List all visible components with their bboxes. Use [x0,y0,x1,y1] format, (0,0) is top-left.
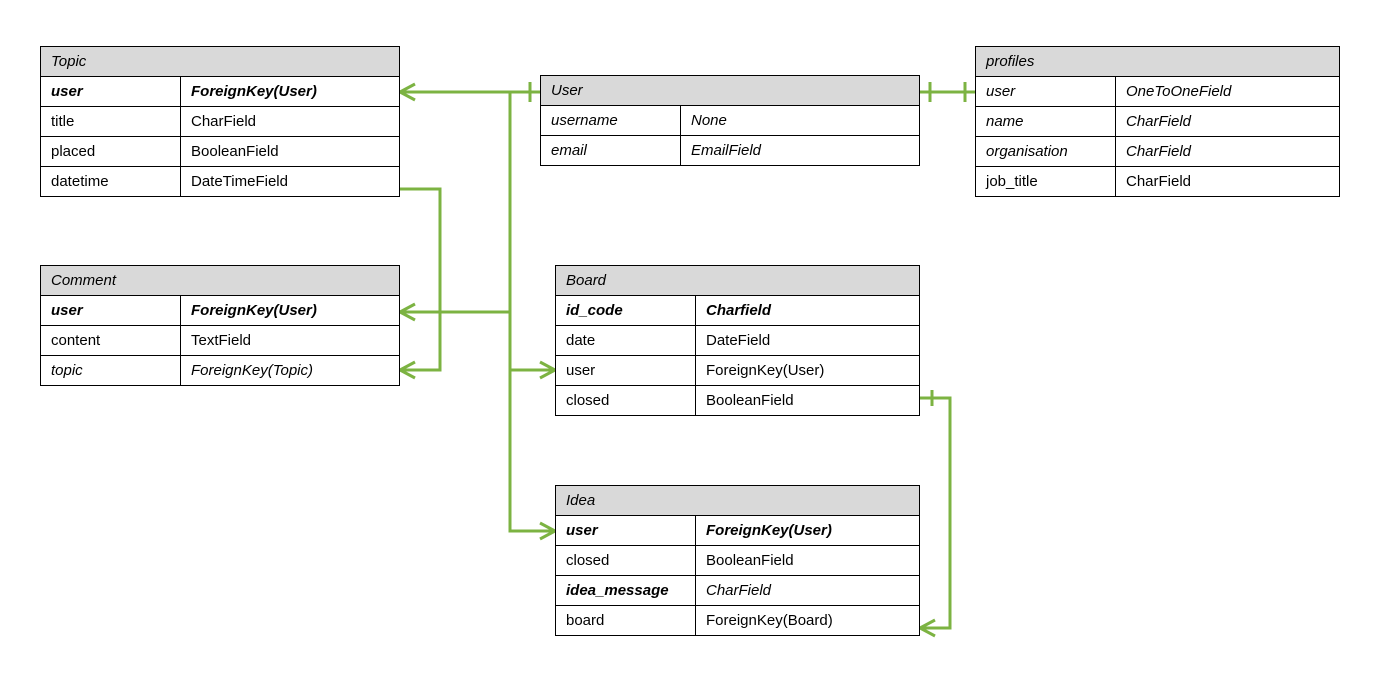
entity-title: Board [556,266,919,296]
entity-title: Idea [556,486,919,516]
table-row: date DateField [556,325,919,355]
table-row: email EmailField [541,135,919,165]
field-name: placed [41,137,181,166]
entity-title: Topic [41,47,399,77]
table-row: job_title CharField [976,166,1339,196]
field-type: DateField [696,326,919,355]
field-type: DateTimeField [181,167,399,196]
field-name: user [41,77,181,106]
field-name: user [556,356,696,385]
table-row: content TextField [41,325,399,355]
field-name: user [556,516,696,545]
field-type: CharField [1116,137,1339,166]
field-name: closed [556,386,696,415]
entity-profiles: profiles user OneToOneField name CharFie… [975,46,1340,197]
entity-title: Comment [41,266,399,296]
field-name: organisation [976,137,1116,166]
entity-idea: Idea user ForeignKey(User) closed Boolea… [555,485,920,636]
field-type: CharField [1116,167,1339,196]
field-type: EmailField [681,136,919,165]
field-name: content [41,326,181,355]
entity-topic: Topic user ForeignKey(User) title CharFi… [40,46,400,197]
table-row: idea_message CharField [556,575,919,605]
field-name: user [41,296,181,325]
field-type: BooleanField [181,137,399,166]
field-name: user [976,77,1116,106]
field-name: topic [41,356,181,385]
field-type: ForeignKey(User) [696,356,919,385]
field-name: board [556,606,696,635]
entity-comment: Comment user ForeignKey(User) content Te… [40,265,400,386]
field-name: email [541,136,681,165]
table-row: username None [541,106,919,135]
field-type: ForeignKey(User) [696,516,919,545]
field-type: CharField [696,576,919,605]
field-name: name [976,107,1116,136]
table-row: user OneToOneField [976,77,1339,106]
field-type: ForeignKey(Topic) [181,356,399,385]
table-row: closed BooleanField [556,545,919,575]
table-row: board ForeignKey(Board) [556,605,919,635]
field-type: ForeignKey(Board) [696,606,919,635]
field-type: BooleanField [696,546,919,575]
field-name: username [541,106,681,135]
field-name: closed [556,546,696,575]
field-type: CharField [181,107,399,136]
table-row: datetime DateTimeField [41,166,399,196]
table-row: title CharField [41,106,399,136]
table-row: user ForeignKey(User) [41,77,399,106]
field-name: id_code [556,296,696,325]
entity-board: Board id_code Charfield date DateField u… [555,265,920,416]
table-row: user ForeignKey(User) [556,355,919,385]
table-row: user ForeignKey(User) [556,516,919,545]
entity-user: User username None email EmailField [540,75,920,166]
field-type: None [681,106,919,135]
table-row: topic ForeignKey(Topic) [41,355,399,385]
table-row: closed BooleanField [556,385,919,415]
field-name: idea_message [556,576,696,605]
field-name: datetime [41,167,181,196]
table-row: name CharField [976,106,1339,136]
er-diagram: Topic user ForeignKey(User) title CharFi… [0,0,1380,688]
field-type: ForeignKey(User) [181,296,399,325]
field-type: ForeignKey(User) [181,77,399,106]
field-type: TextField [181,326,399,355]
field-type: CharField [1116,107,1339,136]
field-type: Charfield [696,296,919,325]
entity-title: profiles [976,47,1339,77]
table-row: placed BooleanField [41,136,399,166]
field-type: BooleanField [696,386,919,415]
field-name: title [41,107,181,136]
table-row: id_code Charfield [556,296,919,325]
field-type: OneToOneField [1116,77,1339,106]
table-row: organisation CharField [976,136,1339,166]
table-row: user ForeignKey(User) [41,296,399,325]
field-name: job_title [976,167,1116,196]
entity-title: User [541,76,919,106]
field-name: date [556,326,696,355]
